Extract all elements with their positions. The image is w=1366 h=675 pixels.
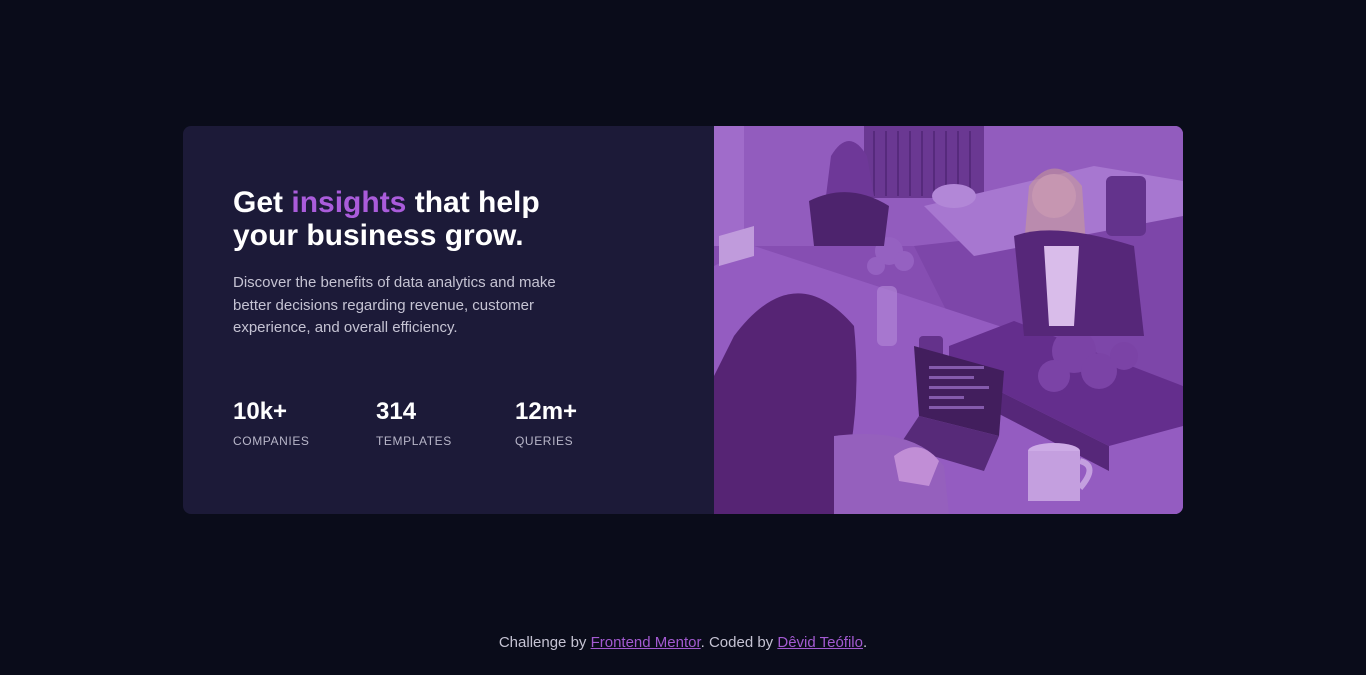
stat-label: COMPANIES bbox=[233, 433, 310, 448]
author-link[interactable]: Dêvid Teófilo bbox=[777, 634, 863, 651]
frontend-mentor-link[interactable]: Frontend Mentor bbox=[591, 634, 701, 651]
stat-value: 12m+ bbox=[515, 397, 578, 425]
office-photo-illustration bbox=[714, 126, 1183, 514]
stat-value: 314 bbox=[376, 397, 417, 425]
stats-preview-card: Get insights that help your business gro… bbox=[183, 126, 1183, 514]
footer-prefix: Challenge by bbox=[498, 634, 591, 651]
stat-templates: 314 TEMPLATES bbox=[376, 398, 515, 448]
card-text-section: Get insights that help your business gro… bbox=[183, 126, 714, 514]
footer-attribution: Challenge by Frontend Mentor. Coded by D… bbox=[0, 634, 1366, 651]
stat-value: 10k+ bbox=[233, 397, 288, 425]
footer-middle: . Coded by bbox=[700, 634, 778, 651]
stat-companies: 10k+ COMPANIES bbox=[233, 398, 376, 448]
page: Get insights that help your business gro… bbox=[0, 0, 1366, 675]
headline-start: Get bbox=[233, 186, 292, 219]
headline-accent: insights bbox=[291, 186, 407, 219]
stat-label: TEMPLATES bbox=[376, 433, 452, 448]
headline: Get insights that help your business gro… bbox=[233, 186, 613, 252]
stat-queries: 12m+ QUERIES bbox=[515, 398, 635, 448]
office-photo-image bbox=[714, 126, 1183, 514]
stat-label: QUERIES bbox=[515, 433, 574, 448]
footer-suffix: . bbox=[862, 634, 868, 651]
stats-row: 10k+ COMPANIES 314 TEMPLATES 12m+ QUERIE… bbox=[233, 398, 664, 448]
description: Discover the benefits of data analytics … bbox=[233, 274, 556, 336]
